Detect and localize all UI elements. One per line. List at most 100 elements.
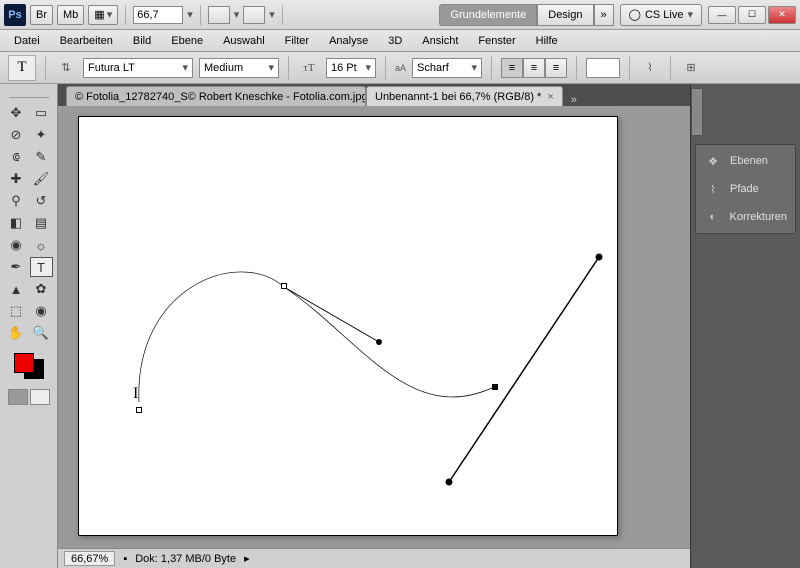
menu-auswahl[interactable]: Auswahl	[213, 33, 275, 49]
shape-tool[interactable]: ✿	[30, 279, 53, 299]
workspace-tab-design[interactable]: Design	[537, 4, 593, 26]
antialias-label: aA	[395, 63, 406, 73]
antialias-dropdown[interactable]: Scharf▾	[412, 58, 482, 78]
eyedropper-tool[interactable]: ✎	[30, 147, 53, 167]
bridge-button[interactable]: Br	[30, 5, 53, 25]
window-close-button[interactable]: ✕	[768, 6, 796, 24]
menu-filter[interactable]: Filter	[275, 33, 319, 49]
extras-button[interactable]	[243, 6, 265, 24]
separator	[491, 56, 492, 80]
screen-mode-button[interactable]	[208, 6, 230, 24]
anchor-handle[interactable]	[281, 283, 287, 289]
panel-collapse-grip[interactable]	[691, 88, 703, 136]
type-tool[interactable]: T	[30, 257, 53, 277]
layers-icon: ❖	[704, 153, 722, 169]
stamp-tool[interactable]: ⚲	[5, 191, 28, 211]
panel-label: Korrekturen	[730, 211, 787, 223]
status-doc-size: Dok: 1,37 MB/0 Byte	[135, 553, 236, 565]
brush-tool[interactable]: 🖌	[30, 169, 53, 189]
separator	[200, 5, 201, 25]
quickmask-mode-button[interactable]	[30, 389, 50, 405]
status-menu-icon[interactable]: ▸	[244, 552, 250, 565]
anchor-handle[interactable]	[136, 407, 142, 413]
menu-datei[interactable]: Datei	[4, 33, 50, 49]
align-right-button[interactable]: ≡	[545, 58, 567, 78]
doc-tab-label: © Fotolia_12782740_S© Robert Kneschke - …	[75, 91, 366, 103]
tabs-overflow-icon[interactable]: »	[571, 94, 577, 106]
menu-ebene[interactable]: Ebene	[161, 33, 213, 49]
document-tab-2[interactable]: Unbenannt-1 bei 66,7% (RGB/8) * ×	[366, 86, 563, 106]
menu-bearbeiten[interactable]: Bearbeiten	[50, 33, 123, 49]
chevron-down-icon[interactable]: ▾	[269, 8, 275, 21]
font-size-dropdown[interactable]: 16 Pt▾	[326, 58, 376, 78]
arrange-documents-button[interactable]: ▦ ▾	[88, 5, 118, 25]
hand-tool[interactable]: ✋	[5, 323, 28, 343]
canvas[interactable]: I	[78, 116, 618, 536]
canvas-viewport[interactable]: I	[58, 106, 690, 548]
status-indicator-icon: ▪	[123, 553, 127, 565]
text-align-group: ≡ ≡ ≡	[501, 58, 567, 78]
blur-tool[interactable]: ◉	[5, 235, 28, 255]
minibridge-button[interactable]: Mb	[57, 5, 84, 25]
menu-3d[interactable]: 3D	[378, 33, 412, 49]
cs-live-label: CS Live	[645, 9, 684, 21]
warp-text-button[interactable]: ⌇	[639, 58, 661, 78]
zoom-input[interactable]	[133, 6, 183, 24]
magic-wand-tool[interactable]: ✦	[30, 125, 53, 145]
window-maximize-button[interactable]: ☐	[738, 6, 766, 24]
move-tool[interactable]: ✥	[5, 103, 28, 123]
color-picker[interactable]	[12, 351, 46, 381]
close-tab-icon[interactable]: ×	[547, 91, 553, 103]
menu-analyse[interactable]: Analyse	[319, 33, 378, 49]
healing-tool[interactable]: ✚	[5, 169, 28, 189]
adjustments-icon: ◐	[704, 209, 722, 225]
3d-camera-tool[interactable]: ◉	[30, 301, 53, 321]
menu-hilfe[interactable]: Hilfe	[526, 33, 568, 49]
orientation-button[interactable]: ⇅	[55, 58, 77, 78]
current-tool-indicator[interactable]: T	[8, 55, 36, 81]
panel-pfade[interactable]: ⌇ Pfade	[698, 175, 793, 203]
gradient-tool[interactable]: ▤	[30, 213, 53, 233]
eraser-tool[interactable]: ◧	[5, 213, 28, 233]
font-family-value: Futura LT	[88, 62, 135, 74]
font-weight-dropdown[interactable]: Medium▾	[199, 58, 279, 78]
panel-ebenen[interactable]: ❖ Ebenen	[698, 147, 793, 175]
document-tab-1[interactable]: © Fotolia_12782740_S© Robert Kneschke - …	[66, 86, 366, 106]
chevron-down-icon[interactable]: ▾	[234, 8, 240, 21]
separator	[125, 5, 126, 25]
menu-fenster[interactable]: Fenster	[468, 33, 525, 49]
menu-bild[interactable]: Bild	[123, 33, 161, 49]
panel-grip[interactable]	[9, 88, 49, 98]
text-color-swatch[interactable]	[586, 58, 620, 78]
font-size-value: 16 Pt	[331, 62, 357, 74]
pen-tool[interactable]: ✒	[5, 257, 28, 277]
font-family-dropdown[interactable]: Futura LT▾	[83, 58, 193, 78]
paths-icon: ⌇	[704, 181, 722, 197]
align-left-button[interactable]: ≡	[501, 58, 523, 78]
standard-mode-button[interactable]	[8, 389, 28, 405]
menu-ansicht[interactable]: Ansicht	[412, 33, 468, 49]
path-select-tool[interactable]: ▲	[5, 279, 28, 299]
cs-live-button[interactable]: ◯ CS Live ▾	[620, 4, 702, 26]
3d-tool[interactable]: ⬚	[5, 301, 28, 321]
align-center-button[interactable]: ≡	[523, 58, 545, 78]
status-bar: 66,67% ▪ Dok: 1,37 MB/0 Byte ▸	[58, 548, 690, 568]
panel-korrekturen[interactable]: ◐ Korrekturen	[698, 203, 793, 231]
history-brush-tool[interactable]: ↺	[30, 191, 53, 211]
cs-live-icon: ◯	[629, 8, 641, 21]
status-zoom[interactable]: 66,67%	[64, 551, 115, 566]
workspace-tab-grundelemente[interactable]: Grundelemente	[439, 4, 537, 26]
crop-tool[interactable]: ⟃	[5, 147, 28, 167]
separator	[629, 56, 630, 80]
marquee-tool[interactable]: ▭	[30, 103, 53, 123]
zoom-dropdown-icon[interactable]: ▾	[187, 8, 193, 21]
separator	[385, 56, 386, 80]
lasso-tool[interactable]: ⊘	[5, 125, 28, 145]
dodge-tool[interactable]: ☼	[30, 235, 53, 255]
character-panel-button[interactable]: ⊞	[680, 58, 702, 78]
window-minimize-button[interactable]: —	[708, 6, 736, 24]
workspace-more-button[interactable]: »	[594, 4, 614, 26]
foreground-color[interactable]	[14, 353, 34, 373]
font-weight-value: Medium	[204, 62, 243, 74]
zoom-tool[interactable]: 🔍	[30, 323, 53, 343]
